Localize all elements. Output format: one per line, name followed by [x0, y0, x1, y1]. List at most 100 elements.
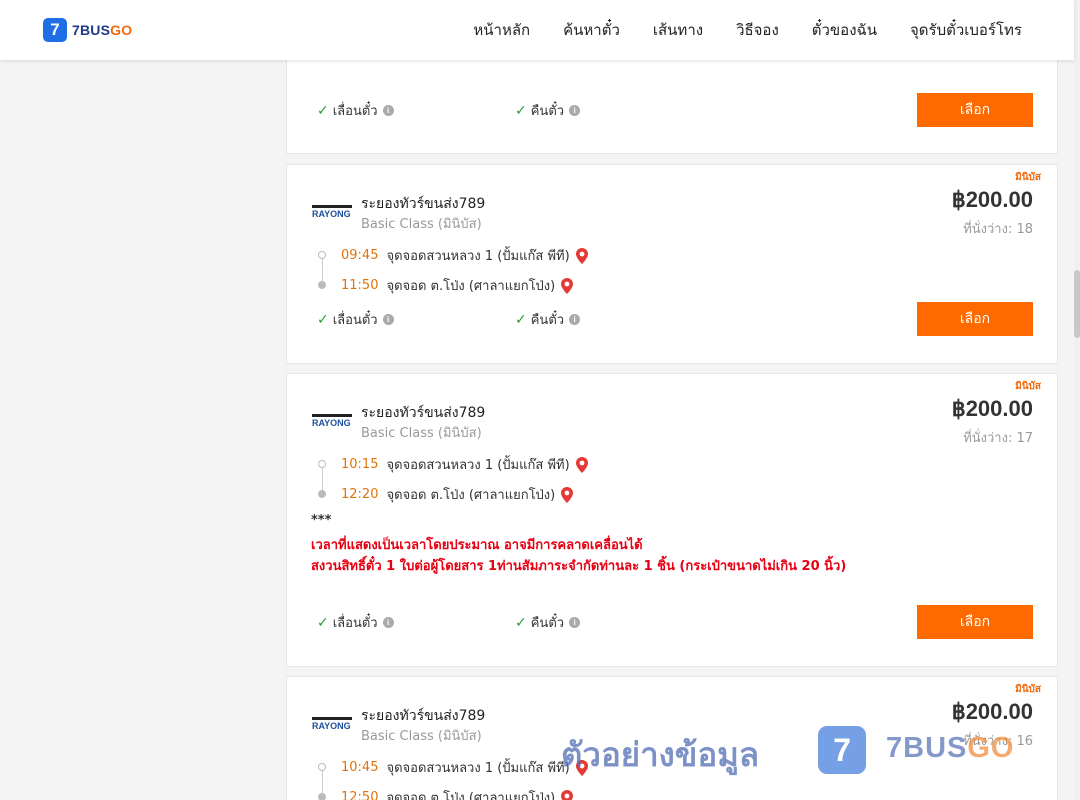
departure-stop: 10:45 จุดจอดสวนหลวง 1 (ปั้มแก๊ส พีที) — [341, 757, 588, 778]
route-line — [321, 259, 323, 281]
logo-text: 7BUSGO — [72, 22, 132, 38]
vehicle-type-badge: มินิบัส — [1015, 684, 1041, 695]
page-scrollbar[interactable] — [1074, 0, 1080, 800]
logo-text-part2: GO — [110, 22, 133, 38]
operator-logo: RAYONG — [312, 205, 352, 219]
nav-item-pickup-points[interactable]: จุดรับตั๋วเบอร์โทร — [910, 18, 1022, 42]
nav-item-how-to-book[interactable]: วิธีจอง — [736, 18, 779, 42]
arrival-stop: 11:50 จุดจอด ต.โป่ง (ศาลาแยกโป่ง) — [341, 275, 574, 296]
trip-note-marker: *** — [311, 513, 332, 528]
watermark-brand-part1: 7BUS — [886, 732, 968, 764]
select-button[interactable]: เลือก — [917, 605, 1033, 639]
logo-text-part1: 7BUS — [72, 22, 111, 38]
check-icon: ✓ — [515, 102, 527, 119]
arrival-time: 12:20 — [341, 487, 379, 502]
map-pin-icon[interactable] — [561, 486, 574, 503]
operator-name: ระยองทัวร์ขนส่ง789 — [361, 708, 486, 724]
reschedule-feature: ✓ เลื่อนตั๋ว i — [317, 612, 394, 633]
scrollbar-thumb[interactable] — [1074, 270, 1080, 338]
arrival-time: 12:50 — [341, 790, 379, 800]
departure-dot — [318, 763, 326, 771]
route-line — [321, 468, 323, 490]
operator-logo: RAYONG — [312, 414, 352, 428]
nav-item-my-tickets[interactable]: ตั๋วของฉัน — [812, 18, 877, 42]
departure-stop: 10:15 จุดจอดสวนหลวง 1 (ปั้มแก๊ส พีที) — [341, 454, 588, 475]
map-pin-icon[interactable] — [561, 277, 574, 294]
operator-logo: RAYONG — [312, 717, 352, 731]
check-icon: ✓ — [317, 102, 329, 119]
price: ฿200.00 — [951, 699, 1033, 724]
service-class: Basic Class (มินิบัส) — [361, 217, 482, 232]
arrival-location: จุดจอด ต.โป่ง (ศาลาแยกโป่ง) — [386, 791, 556, 800]
arrival-dot — [318, 490, 326, 498]
trip-card: มินิบัส RAYONG ระยองทัวร์ขนส่ง789 Basic … — [286, 373, 1058, 667]
reschedule-label: เลื่อนตั๋ว — [332, 104, 378, 119]
nav-item-home[interactable]: หน้าหลัก — [473, 18, 530, 42]
operator-name: ระยองทัวร์ขนส่ง789 — [361, 405, 486, 421]
service-class: Basic Class (มินิบัส) — [361, 729, 482, 744]
arrival-dot — [318, 793, 326, 800]
logo-mark: 7 — [43, 18, 67, 42]
watermark-text: ตัวอย่างข้อมูล — [561, 735, 760, 774]
nav-item-routes[interactable]: เส้นทาง — [653, 18, 703, 42]
refund-feature: ✓ คืนตั๋ว i — [515, 612, 581, 633]
arrival-time: 11:50 — [341, 278, 379, 293]
departure-stop: 09:45 จุดจอดสวนหลวง 1 (ปั้มแก๊ส พีที) — [341, 245, 588, 266]
refund-feature: ✓ คืนตั๋ว i — [515, 309, 581, 330]
price: ฿200.00 — [951, 396, 1033, 421]
select-button[interactable]: เลือก — [917, 302, 1033, 336]
map-pin-icon[interactable] — [575, 247, 588, 264]
trip-note-time-disclaimer: เวลาที่แสดงเป็นเวลาโดยประมาณ อาจมีการคลา… — [311, 538, 643, 553]
info-icon[interactable]: i — [382, 617, 394, 628]
operator-logo-text: RAYONG — [312, 209, 351, 219]
arrival-stop: 12:50 จุดจอด ต.โป่ง (ศาลาแยกโป่ง) — [341, 787, 574, 800]
info-icon[interactable]: i — [569, 105, 581, 116]
info-icon[interactable]: i — [382, 105, 394, 116]
seats-available: ที่นั่งว่าง: 17 — [963, 431, 1033, 446]
vehicle-type-badge: มินิบัส — [1015, 381, 1041, 392]
departure-time: 09:45 — [341, 248, 379, 263]
departure-time: 10:15 — [341, 457, 379, 472]
price: ฿200.00 — [951, 187, 1033, 212]
nav-item-search-ticket[interactable]: ค้นหาตั๋ว — [563, 18, 620, 42]
site-logo[interactable]: 7 7BUSGO — [43, 18, 132, 42]
watermark-brand-part2: GO — [967, 732, 1015, 764]
info-icon[interactable]: i — [382, 314, 394, 325]
map-pin-icon[interactable] — [561, 789, 574, 800]
refund-label: คืนตั๋ว — [530, 313, 565, 328]
reschedule-feature: ✓ เลื่อนตั๋ว i — [317, 309, 394, 330]
operator-logo-text: RAYONG — [312, 418, 351, 428]
refund-label: คืนตั๋ว — [530, 104, 565, 119]
refund-label: คืนตั๋ว — [530, 616, 565, 631]
departure-dot — [318, 251, 326, 259]
reschedule-label: เลื่อนตั๋ว — [332, 313, 378, 328]
main-nav: หน้าหลัก ค้นหาตั๋ว เส้นทาง วิธีจอง ตั๋วข… — [440, 0, 1022, 60]
check-icon: ✓ — [515, 311, 527, 328]
departure-time: 10:45 — [341, 760, 379, 775]
watermark-brand: 7BUSGO — [886, 732, 1014, 765]
trip-card-partial: ✓ เลื่อนตั๋ว i ✓ คืนตั๋ว i เลือก — [286, 50, 1058, 154]
check-icon: ✓ — [317, 614, 329, 631]
trip-card: มินิบัส RAYONG ระยองทัวร์ขนส่ง789 Basic … — [286, 164, 1058, 364]
info-icon[interactable]: i — [569, 314, 581, 325]
departure-dot — [318, 460, 326, 468]
arrival-dot — [318, 281, 326, 289]
info-icon[interactable]: i — [569, 617, 581, 628]
service-class: Basic Class (มินิบัส) — [361, 426, 482, 441]
site-header: 7 7BUSGO หน้าหลัก ค้นหาตั๋ว เส้นทาง วิธี… — [0, 0, 1074, 60]
arrival-location: จุดจอด ต.โป่ง (ศาลาแยกโป่ง) — [386, 488, 556, 503]
departure-location: จุดจอดสวนหลวง 1 (ปั้มแก๊ส พีที) — [386, 458, 570, 473]
check-icon: ✓ — [515, 614, 527, 631]
check-icon: ✓ — [317, 311, 329, 328]
map-pin-icon[interactable] — [575, 456, 588, 473]
select-button[interactable]: เลือก — [917, 93, 1033, 127]
reschedule-label: เลื่อนตั๋ว — [332, 616, 378, 631]
operator-name: ระยองทัวร์ขนส่ง789 — [361, 196, 486, 212]
arrival-stop: 12:20 จุดจอด ต.โป่ง (ศาลาแยกโป่ง) — [341, 484, 574, 505]
trip-note-luggage-policy: สงวนสิทธิ์ตั๋ว 1 ใบต่อผู้โดยสาร 1ท่านสัม… — [311, 559, 847, 574]
seats-available: ที่นั่งว่าง: 18 — [963, 222, 1033, 237]
route-line — [321, 771, 323, 793]
departure-location: จุดจอดสวนหลวง 1 (ปั้มแก๊ส พีที) — [386, 761, 570, 776]
vehicle-type-badge: มินิบัส — [1015, 172, 1041, 183]
arrival-location: จุดจอด ต.โป่ง (ศาลาแยกโป่ง) — [386, 279, 556, 294]
